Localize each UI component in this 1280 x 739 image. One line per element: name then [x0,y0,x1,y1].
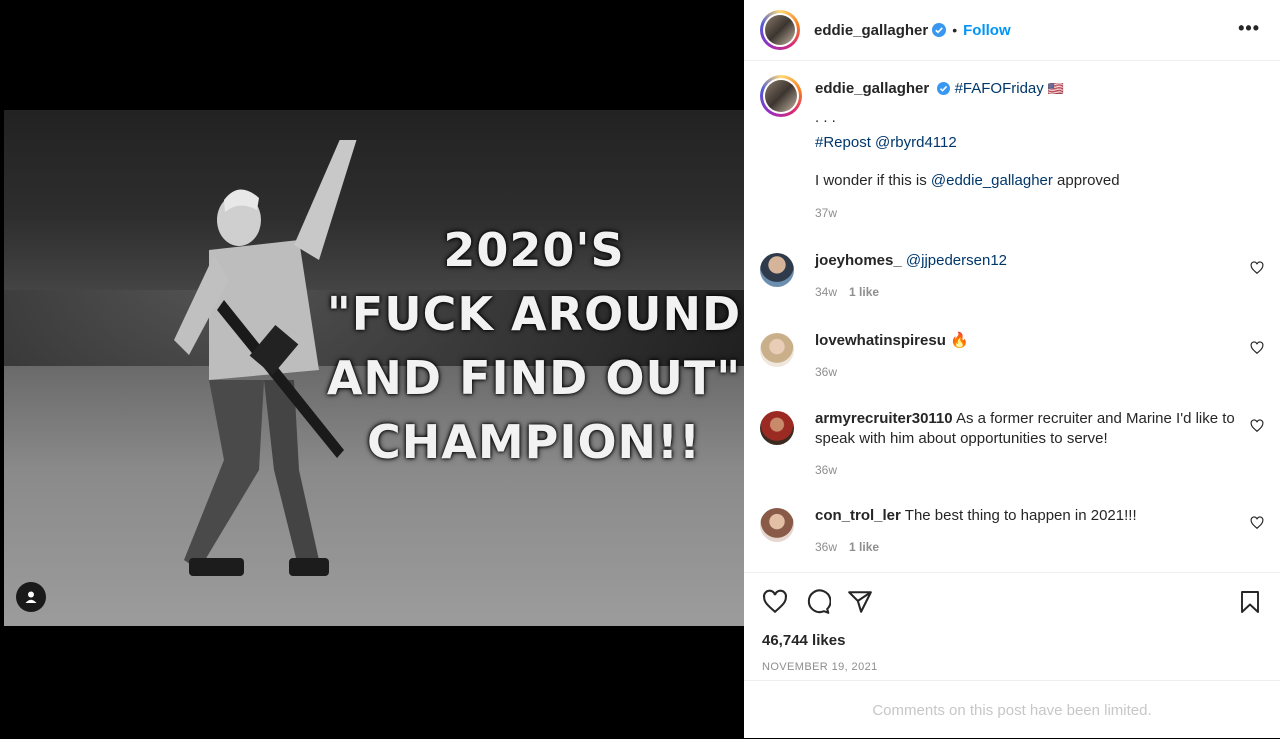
caption-username[interactable]: eddie_gallagher [815,80,929,97]
mention-link[interactable]: @eddie_gallagher [931,172,1053,189]
overlay-line: AND FIND OUT" [326,351,742,405]
post-side-panel: eddie_gallagher • Follow ••• eddie_galla… [744,0,1280,738]
comment-meta: 36w [815,365,1264,379]
comment-username[interactable]: con_trol_ler [815,507,901,524]
caption-avatar[interactable] [760,75,802,117]
follow-button[interactable]: Follow [963,22,1011,39]
comment-username[interactable]: lovewhatinspiresu [815,332,946,349]
more-options-icon[interactable]: ••• [1238,18,1260,39]
separator-dot: • [952,22,958,38]
comment-time: 36w [815,463,838,477]
heart-icon[interactable] [1250,261,1264,275]
likes-count[interactable]: 46,744 likes [762,632,845,649]
comment-avatar[interactable] [760,253,794,287]
comment-item: con_trol_ler The best thing to happen in… [760,506,1264,554]
comment-meta: 34w 1 like [815,285,1264,299]
comment-username[interactable]: joeyhomes_ [815,252,902,269]
comment-time: 36w [815,365,838,379]
user-tag-icon [25,591,37,603]
comment-item: armyrecruiter30110 As a former recruiter… [760,409,1264,477]
avatar[interactable] [760,10,800,50]
overlay-caption: 2020'S "FUCK AROUND AND FIND OUT" CHAMPI… [324,218,744,474]
comment-body[interactable]: @jjpedersen12 [906,252,1007,269]
flag-emoji: 🇺🇸 [1047,81,1065,96]
comment-text: con_trol_ler The best thing to happen in… [815,506,1264,526]
comment-body: 🔥 [950,332,969,349]
hashtag-link[interactable]: #FAFOFriday [955,80,1044,97]
overlay-line: 2020'S [443,223,625,277]
comment-avatar[interactable] [760,411,794,445]
heart-icon[interactable] [1250,419,1264,433]
repost-link[interactable]: #Repost @rbyrd4112 [815,133,1264,153]
comment-likes[interactable]: 1 like [849,540,879,554]
comment-time: 34w [815,285,838,299]
verified-icon [932,23,947,37]
caption-suffix: approved [1052,172,1120,189]
comment-text: joeyhomes_ @jjpedersen12 [815,251,1264,271]
caption-prefix: I wonder if this is [815,172,931,189]
comments-limited-notice: Comments on this post have been limited. [744,680,1280,739]
caption-body: I wonder if this is @eddie_gallagher app… [815,171,1264,191]
post-media[interactable]: 2020'S "FUCK AROUND AND FIND OUT" CHAMPI… [0,0,744,738]
comment-meta: 36w [815,463,1264,477]
heart-icon[interactable] [1250,516,1264,530]
action-bar [744,572,1280,629]
comment-item: joeyhomes_ @jjpedersen12 34w 1 like [760,251,1264,299]
user-tag-button[interactable] [16,582,46,612]
share-icon[interactable] [847,589,873,615]
comment-time: 36w [815,540,838,554]
comments-list: eddie_gallagher #FAFOFriday 🇺🇸 . . . #Re… [744,61,1280,571]
comment-avatar[interactable] [760,333,794,367]
comment-item: lovewhatinspiresu 🔥 36w [760,331,1264,379]
comment-text: lovewhatinspiresu 🔥 [815,331,1264,351]
comment-avatar[interactable] [760,508,794,542]
post-image[interactable]: 2020'S "FUCK AROUND AND FIND OUT" CHAMPI… [4,110,744,626]
comment-meta: 36w 1 like [815,540,1264,554]
comment-likes[interactable]: 1 like [849,285,879,299]
heart-icon[interactable] [762,589,788,615]
overlay-line: CHAMPION!! [366,415,702,469]
comment-icon[interactable] [805,589,831,615]
comment-text: armyrecruiter30110 As a former recruiter… [815,409,1264,449]
heart-icon[interactable] [1250,341,1264,355]
caption-dots: . . . [815,109,836,126]
caption-time: 37w [815,206,838,220]
comment-body: The best thing to happen in 2021!!! [904,507,1137,524]
header-username[interactable]: eddie_gallagher [814,22,928,39]
post-header: eddie_gallagher • Follow ••• [744,0,1280,61]
caption-text: eddie_gallagher #FAFOFriday 🇺🇸 . . . #Re… [815,75,1264,223]
verified-icon [937,82,951,95]
overlay-line: "FUCK AROUND [326,287,742,341]
comment-username[interactable]: armyrecruiter30110 [815,410,953,427]
caption-row: eddie_gallagher #FAFOFriday 🇺🇸 . . . #Re… [760,75,1264,223]
post-date[interactable]: NOVEMBER 19, 2021 [762,661,878,673]
save-icon[interactable] [1238,589,1262,615]
